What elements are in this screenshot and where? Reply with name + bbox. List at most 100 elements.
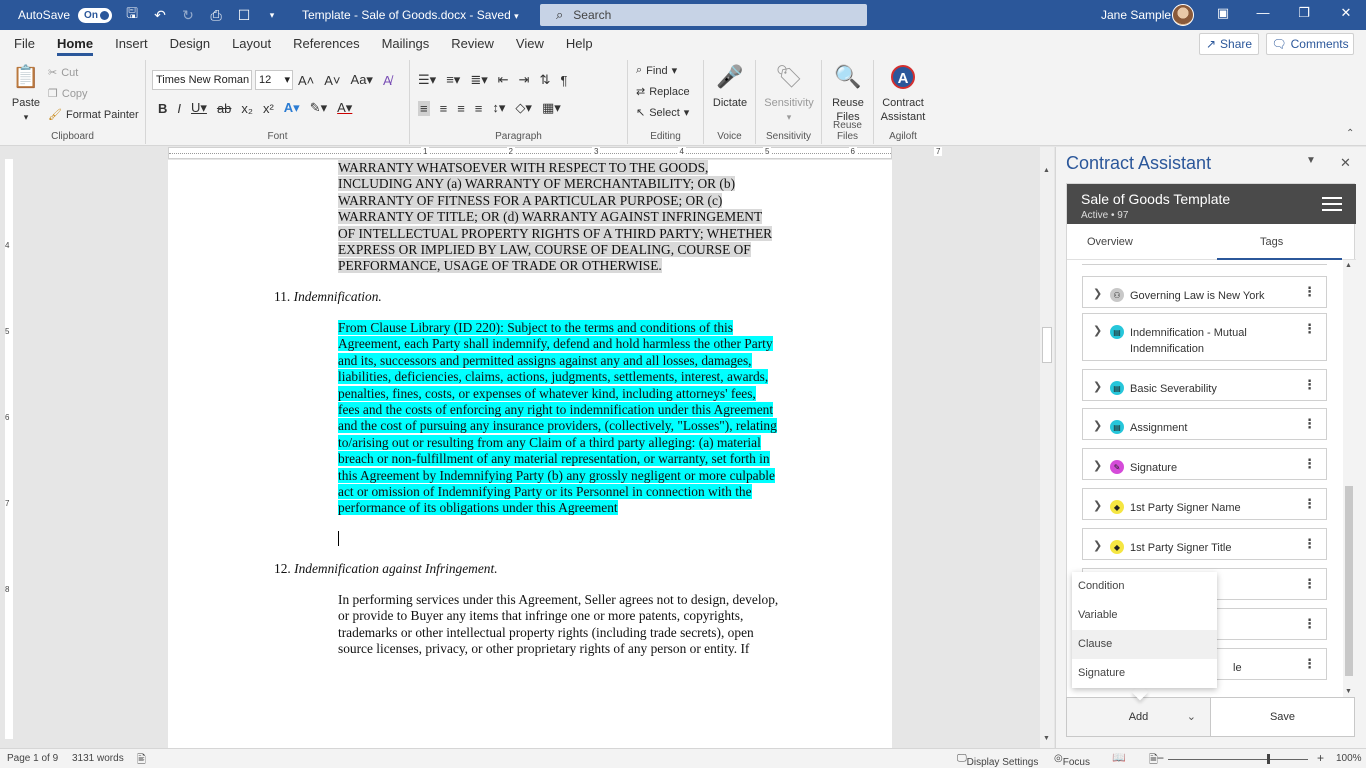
bullets-icon[interactable]: ☰▾ [418, 72, 436, 88]
zoom-slider[interactable] [1168, 759, 1308, 760]
tag-scroll-down-icon[interactable]: ▼ [1345, 688, 1352, 695]
tag-item[interactable]: ❯ ✎ Signature ⋮ [1082, 448, 1327, 480]
borders-icon[interactable]: ▦▾ [542, 100, 561, 116]
tag-item[interactable]: ❯ ▤ Basic Severability ⋮ [1082, 369, 1327, 401]
tag-item[interactable]: ❯ ◆ 1st Party Signer Title ⋮ [1082, 528, 1327, 560]
tag-item[interactable]: ❯ ▤ Indemnification - Mutual Indemnificati… [1082, 313, 1327, 361]
align-right-icon[interactable]: ≡ [457, 101, 465, 116]
customize-toolbar-icon[interactable]: ▾ [264, 10, 280, 21]
pane-options-icon[interactable]: ▼ [1306, 155, 1316, 166]
highlight-icon[interactable]: ✎▾ [310, 100, 327, 116]
tab-file[interactable]: File [7, 30, 42, 58]
paste-button[interactable]: 📋 Paste ▾ [8, 62, 44, 124]
restore-icon[interactable]: ❐ [1294, 5, 1314, 21]
add-menu-item-signature[interactable]: Signature [1072, 659, 1217, 688]
shading-icon[interactable]: ◇▾ [515, 100, 532, 116]
format-painter-button[interactable]: 🖌 Format Painter [48, 108, 139, 122]
add-menu-item-condition[interactable]: Condition [1072, 572, 1217, 601]
document-scrollbar[interactable]: ▲ ▼ [1040, 147, 1054, 748]
zoom-out-icon[interactable]: − [1157, 751, 1164, 765]
add-menu-item-clause[interactable]: Clause [1072, 630, 1217, 659]
tab-insert[interactable]: Insert [108, 30, 155, 58]
pane-close-icon[interactable]: ✕ [1340, 155, 1351, 171]
tab-tags[interactable]: Tags [1260, 236, 1283, 248]
chevron-right-icon[interactable]: ❯ [1093, 499, 1102, 512]
increase-indent-icon[interactable]: ⇥ [519, 72, 530, 88]
save-button[interactable]: Save [1211, 697, 1355, 737]
more-options-icon[interactable]: ⋮ [1303, 457, 1316, 471]
autosave-toggle[interactable]: On [78, 7, 113, 23]
document-title[interactable]: Template - Sale of Goods.docx - Saved ▾ [302, 8, 519, 22]
more-options-icon[interactable]: ⋮ [1303, 617, 1316, 631]
multilevel-list-icon[interactable]: ≣▾ [470, 72, 487, 88]
font-color-icon[interactable]: A▾ [337, 100, 352, 116]
focus-button[interactable]: ◎ Focus [1054, 753, 1090, 768]
numbering-icon[interactable]: ≡▾ [446, 72, 460, 88]
select-button[interactable]: ↖ Select ▾ [636, 106, 689, 120]
tab-help[interactable]: Help [559, 30, 600, 58]
chevron-right-icon[interactable]: ❯ [1093, 324, 1102, 337]
collapse-ribbon-icon[interactable]: ⌃ [1346, 128, 1354, 139]
vertical-ruler[interactable]: 4 5 6 7 8 [0, 147, 18, 748]
chevron-right-icon[interactable]: ❯ [1093, 539, 1102, 552]
italic-icon[interactable]: I [177, 101, 181, 116]
scroll-up-icon[interactable]: ▲ [1043, 167, 1050, 174]
scroll-down-icon[interactable]: ▼ [1043, 735, 1050, 742]
close-icon[interactable]: ✕ [1336, 5, 1356, 21]
tag-list-scrollbar[interactable]: ▲ ▼ [1343, 260, 1355, 700]
tag-scroll-up-icon[interactable]: ▲ [1345, 262, 1352, 269]
align-left-icon[interactable]: ≡ [418, 100, 430, 116]
add-menu-item-variable[interactable]: Variable [1072, 601, 1217, 630]
more-options-icon[interactable]: ⋮ [1303, 537, 1316, 551]
find-button[interactable]: ⌕ Find ▾ [636, 64, 677, 77]
scroll-thumb[interactable] [1042, 327, 1052, 363]
sort-icon[interactable]: ⇅ [540, 72, 551, 88]
display-settings-button[interactable]: 🖵 Display Settings [957, 753, 1038, 768]
tab-view[interactable]: View [509, 30, 551, 58]
print-preview-icon[interactable]: ⎙ [208, 7, 224, 24]
more-options-icon[interactable]: ⋮ [1303, 417, 1316, 431]
add-button[interactable]: Add ⌄ [1066, 697, 1211, 737]
ribbon-display-icon[interactable]: ▣ [1213, 5, 1233, 21]
pilcrow-icon[interactable]: ¶ [560, 73, 567, 88]
word-count[interactable]: 3131 words [72, 753, 124, 764]
shrink-font-icon[interactable]: A˅ [324, 73, 340, 88]
dictate-button[interactable]: 🎤 Dictate [710, 62, 750, 110]
sensitivity-button[interactable]: 🏷 Sensitivity ▾ [760, 62, 818, 124]
cut-button[interactable]: ✂ Cut [48, 66, 78, 80]
tag-scroll-thumb[interactable] [1345, 486, 1353, 676]
clear-formatting-icon[interactable]: A̸ [383, 73, 392, 88]
autosave[interactable]: AutoSave On [18, 7, 113, 23]
replace-button[interactable]: ⇄ Replace [636, 85, 690, 99]
tab-design[interactable]: Design [163, 30, 217, 58]
tab-home[interactable]: Home [50, 30, 100, 58]
user-name[interactable]: Jane Sample [1101, 8, 1171, 22]
share-button[interactable]: ↗ Share [1199, 33, 1259, 55]
contract-assistant-button[interactable]: A Contract Assistant [878, 62, 928, 124]
read-mode-icon[interactable]: 📖 [1112, 751, 1126, 764]
page-count[interactable]: Page 1 of 9 [7, 753, 58, 764]
grow-font-icon[interactable]: A˄ [298, 73, 314, 88]
more-options-icon[interactable]: ⋮ [1303, 378, 1316, 392]
minimize-icon[interactable]: — [1253, 5, 1273, 20]
superscript-icon[interactable]: x² [263, 101, 274, 116]
tab-references[interactable]: References [286, 30, 366, 58]
avatar[interactable] [1172, 4, 1194, 26]
more-options-icon[interactable]: ⋮ [1303, 497, 1316, 511]
chevron-right-icon[interactable]: ❯ [1093, 419, 1102, 432]
reuse-files-button[interactable]: 🔍 Reuse Files [826, 62, 870, 124]
zoom-in-icon[interactable]: + [1317, 751, 1324, 765]
new-document-icon[interactable]: ☐ [236, 7, 252, 24]
tab-overview[interactable]: Overview [1087, 236, 1133, 248]
chevron-right-icon[interactable]: ❯ [1093, 287, 1102, 300]
tab-review[interactable]: Review [444, 30, 501, 58]
justify-icon[interactable]: ≡ [475, 101, 483, 116]
subscript-icon[interactable]: x₂ [241, 101, 253, 116]
search-box[interactable]: ⌕ Search [540, 4, 867, 26]
more-options-icon[interactable]: ⋮ [1303, 577, 1316, 591]
underline-icon[interactable]: U▾ [191, 100, 207, 116]
redo-icon[interactable]: ↻ [180, 7, 196, 24]
tab-layout[interactable]: Layout [225, 30, 278, 58]
change-case-icon[interactable]: Aa▾ [351, 72, 373, 88]
accessibility-icon[interactable]: 🖹 [137, 751, 146, 768]
